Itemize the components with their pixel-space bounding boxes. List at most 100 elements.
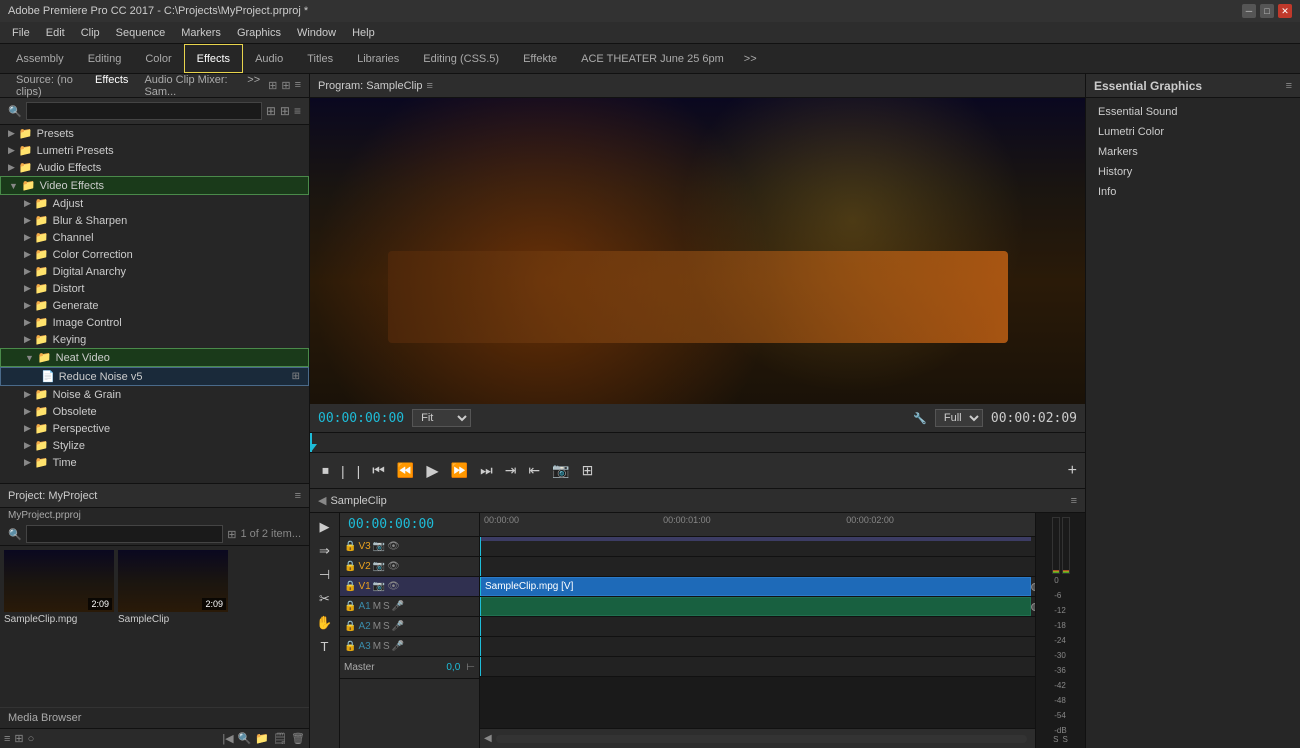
track-camera-icon[interactable]: 📷 [373,541,385,552]
track-camera-icon[interactable]: 📷 [373,561,385,572]
menu-item-window[interactable]: Window [289,22,344,43]
track-lock-icon[interactable]: 🔒 [344,581,356,592]
effect-category-time[interactable]: ▶ 📁 Time [0,454,309,471]
effect-category-audio-effects[interactable]: ▶ 📁 Audio Effects [0,159,309,176]
track-row-content-a2[interactable] [480,617,1035,637]
program-monitor-menu[interactable]: ≡ [427,80,433,92]
effects-icon-btn3[interactable]: ≡ [294,104,301,118]
menu-item-clip[interactable]: Clip [73,22,108,43]
effect-category-lumetri-presets[interactable]: ▶ 📁 Lumetri Presets [0,142,309,159]
effects-menu-icon[interactable]: ≡ [295,79,301,92]
effects-icon2[interactable]: ⊞ [281,79,290,92]
go-in-button[interactable]: ⏮ [368,460,389,481]
selection-tool[interactable]: ▶ [318,517,332,537]
workspace-tab-editing-(css.5)[interactable]: Editing (CSS.5) [411,44,511,73]
monitor-quality-select[interactable]: Full 1/2 1/4 [935,409,983,427]
track-solo-icon[interactable]: S [383,601,390,612]
multiview-button[interactable]: ⊞ [578,460,598,481]
workspace-tab-color[interactable]: Color [133,44,183,73]
menu-item-sequence[interactable]: Sequence [108,22,174,43]
track-eye-icon[interactable]: 👁 [387,561,400,572]
track-lock-icon[interactable]: 🔒 [344,621,356,632]
track-camera-icon[interactable]: 📷 [373,581,385,592]
menu-item-edit[interactable]: Edit [38,22,73,43]
minimize-button[interactable]: ─ [1242,4,1256,18]
effect-category-stylize[interactable]: ▶ 📁 Stylize [0,437,309,454]
rewind-button[interactable]: ⏪ [393,460,418,481]
maximize-button[interactable]: □ [1260,4,1274,18]
effect-category-neat-video[interactable]: ▼ 📁 Neat Video [0,348,309,367]
effect-category-color-correction[interactable]: ▶ 📁 Color Correction [0,246,309,263]
project-icon1[interactable]: ⊞ [227,528,236,541]
track-solo-icon[interactable]: S [383,641,390,652]
media-browser-label[interactable]: Media Browser [0,707,309,728]
play-button[interactable]: ▶ [422,459,442,483]
effect-category-presets[interactable]: ▶ 📁 Presets [0,125,309,142]
workspace-tab-titles[interactable]: Titles [295,44,345,73]
eg-item-info[interactable]: Info [1086,182,1300,202]
export-frame-button[interactable]: 📷 [548,460,573,481]
menu-item-help[interactable]: Help [344,22,383,43]
effect-category-perspective[interactable]: ▶ 📁 Perspective [0,420,309,437]
effects-icon-btn2[interactable]: ⊞ [280,104,290,118]
track-row-content-a3[interactable] [480,637,1035,657]
effect-category-obsolete[interactable]: ▶ 📁 Obsolete [0,403,309,420]
video-clip-v1[interactable]: SampleClip.mpg [V] [480,577,1031,596]
workspace-tab-effects[interactable]: Effects [184,44,243,73]
step-back-button[interactable]: | [337,461,349,481]
track-mic-icon[interactable]: 🎤 [392,621,404,632]
effect-category-generate[interactable]: ▶ 📁 Generate [0,297,309,314]
timeline-collapse-icon[interactable]: ◀ [318,494,326,507]
track-mic-icon[interactable]: 🎤 [392,601,404,612]
project-folder-btn[interactable]: 📁 [255,732,269,745]
project-icon-view[interactable]: ⊞ [14,732,23,745]
workspace-tab-assembly[interactable]: Assembly [4,44,76,73]
project-search-btn[interactable]: 🔍 [238,732,252,745]
effects-icon-btn1[interactable]: ⊞ [266,104,276,118]
step-fwd-button[interactable]: | [353,461,365,481]
effects-icon1[interactable]: ⊞ [268,79,277,92]
project-delete[interactable]: 🗑 [291,732,305,745]
workspace-tab-audio[interactable]: Audio [243,44,295,73]
timeline-scroll-left[interactable]: ◀ [484,733,492,744]
track-lock-icon[interactable]: 🔒 [344,541,356,552]
track-row-content-v1[interactable]: SampleClip.mpg [V] [480,577,1035,597]
effects-overflow[interactable]: >> [239,74,268,98]
menu-item-markers[interactable]: Markers [173,22,229,43]
track-eye-icon[interactable]: 👁 [387,541,400,552]
effects-tab[interactable]: Effects [87,74,136,98]
project-thumbnail-1[interactable]: 2:09 SampleClip [118,550,228,701]
project-new-item[interactable]: 🗒 [273,732,287,745]
track-solo-icon[interactable]: S [383,621,390,632]
workspace-tab-ace-theater-june-25-6pm[interactable]: ACE THEATER June 25 6pm [569,44,736,73]
effect-item-reduce-noise-v5[interactable]: 📄 Reduce Noise v5 ⊞ [0,367,309,386]
project-panel-menu[interactable]: ≡ [295,490,301,502]
menu-item-file[interactable]: File [4,22,38,43]
project-thumbnail-0[interactable]: 2:09 SampleClip.mpg [4,550,114,701]
hand-tool[interactable]: ✋ [314,613,334,633]
track-row-content-master[interactable] [480,657,1035,677]
effect-category-noise-&-grain[interactable]: ▶ 📁 Noise & Grain [0,386,309,403]
stop-button[interactable]: ⏹ [318,460,333,481]
overwrite-button[interactable]: ⇤ [524,460,544,481]
eg-item-essential-sound[interactable]: Essential Sound [1086,102,1300,122]
monitor-timeline-bar[interactable] [310,432,1085,452]
effect-category-adjust[interactable]: ▶ 📁 Adjust [0,195,309,212]
eg-item-lumetri-color[interactable]: Lumetri Color [1086,122,1300,142]
timeline-panel-menu[interactable]: ≡ [1071,495,1077,507]
audio-clip-mixer-tab[interactable]: Audio Clip Mixer: Sam... [136,74,239,98]
effect-category-blur-&-sharpen[interactable]: ▶ 📁 Blur & Sharpen [0,212,309,229]
project-btn1[interactable]: |◀ [222,732,233,745]
effect-category-distort[interactable]: ▶ 📁 Distort [0,280,309,297]
master-button[interactable]: ⊢ [466,662,475,673]
workspace-tab-editing[interactable]: Editing [76,44,134,73]
project-slider[interactable]: ○ [28,733,35,745]
source-tab[interactable]: Source: (no clips) [8,74,87,98]
effects-search-input[interactable] [26,102,262,120]
essential-graphics-menu[interactable]: ≡ [1286,80,1292,92]
ripple-edit-tool[interactable]: ⊣ [317,565,332,585]
track-speaker-icon[interactable]: M [373,621,381,632]
wrench-icon[interactable]: 🔧 [913,412,927,425]
eg-item-history[interactable]: History [1086,162,1300,182]
effect-category-keying[interactable]: ▶ 📁 Keying [0,331,309,348]
